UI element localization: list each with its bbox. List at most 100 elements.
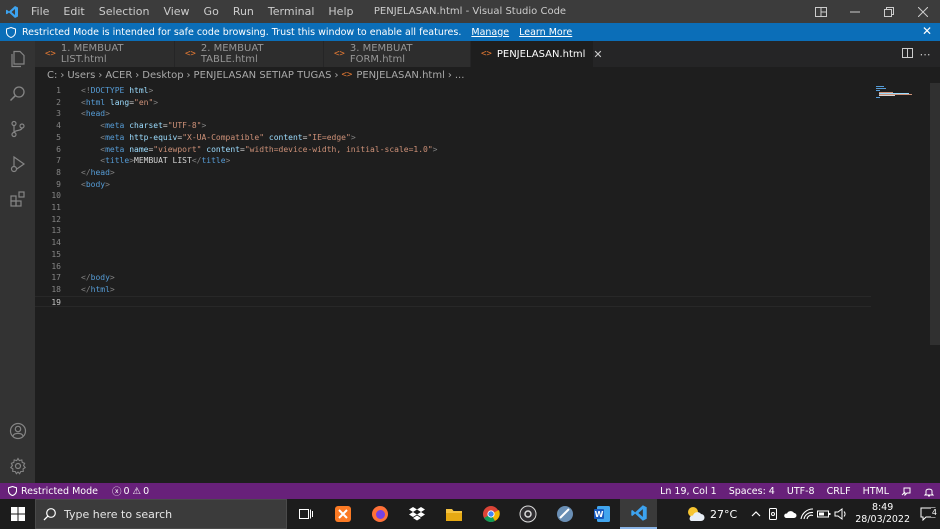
restricted-mode-indicator[interactable]: Restricted Mode — [0, 483, 106, 499]
obs-icon[interactable] — [509, 499, 546, 529]
file-explorer-icon[interactable] — [435, 499, 472, 529]
language-mode[interactable]: HTML — [857, 486, 895, 497]
code-line[interactable]: 16 — [35, 261, 871, 273]
menu-go[interactable]: Go — [197, 0, 226, 23]
wifi-icon[interactable] — [798, 508, 815, 520]
firefox-icon[interactable] — [361, 499, 398, 529]
code-line[interactable]: 17 </body> — [35, 272, 871, 284]
line-code: </body> — [81, 272, 115, 284]
close-window-icon[interactable] — [906, 0, 940, 23]
code-line[interactable]: 7 <title>MEMBUAT LIST</title> — [35, 155, 871, 167]
notification-center-icon[interactable]: 4 — [916, 507, 940, 521]
source-control-icon[interactable] — [0, 111, 35, 146]
code-line[interactable]: 5 <meta http-equiv="X-UA-Compatible" con… — [35, 132, 871, 144]
windows-start-icon[interactable] — [0, 499, 35, 529]
code-token: "width=device-width, initial-scale=1.0" — [244, 144, 433, 154]
code-line[interactable]: 2 <html lang="en"> — [35, 97, 871, 109]
dropbox-icon[interactable] — [398, 499, 435, 529]
menu-file[interactable]: File — [24, 0, 56, 23]
menu-selection[interactable]: Selection — [92, 0, 157, 23]
editor-scrollbar[interactable] — [930, 83, 940, 483]
chevron-up-icon[interactable] — [747, 510, 764, 518]
tab-penjelasan[interactable]: <> PENJELASAN.html ✕ — [471, 41, 603, 67]
html-file-icon: <> — [185, 49, 196, 59]
code-line[interactable]: 3 <head> — [35, 108, 871, 120]
code-line[interactable]: 11 — [35, 202, 871, 214]
code-line[interactable]: 9 <body> — [35, 179, 871, 191]
breadcrumb-item[interactable]: ACER — [105, 70, 132, 81]
tab-membuat-form[interactable]: <> 3. MEMBUAT FORM.html — [324, 41, 471, 67]
feedback-icon[interactable] — [895, 486, 918, 496]
menu-terminal[interactable]: Terminal — [261, 0, 322, 23]
onedrive-cloud-icon[interactable] — [781, 509, 798, 519]
menu-view[interactable]: View — [156, 0, 196, 23]
task-view-icon[interactable] — [287, 499, 324, 529]
extensions-icon[interactable] — [0, 181, 35, 216]
code-line[interactable]: 15 — [35, 249, 871, 261]
snipping-tool-icon[interactable] — [546, 499, 583, 529]
explorer-icon[interactable] — [0, 41, 35, 76]
split-editor-icon[interactable] — [898, 47, 916, 61]
menu-help[interactable]: Help — [321, 0, 360, 23]
code-line[interactable]: 4 <meta charset="UTF-8"> — [35, 120, 871, 132]
chrome-icon[interactable] — [472, 499, 509, 529]
search-icon[interactable] — [0, 76, 35, 111]
code-line[interactable]: 6 <meta name="viewport" content="width=d… — [35, 144, 871, 156]
taskbar-search-box[interactable]: Type here to search — [35, 499, 287, 529]
scrollbar-thumb[interactable] — [930, 83, 940, 345]
code-line[interactable]: 14 — [35, 237, 871, 249]
tab-membuat-list[interactable]: <> 1. MEMBUAT LIST.html — [35, 41, 175, 67]
breadcrumb-item[interactable]: C: — [47, 70, 57, 81]
xampp-icon[interactable] — [324, 499, 361, 529]
code-line[interactable]: 8 </head> — [35, 167, 871, 179]
bell-icon[interactable] — [918, 486, 940, 497]
cursor-position[interactable]: Ln 19, Col 1 — [654, 486, 723, 497]
minimize-icon[interactable] — [838, 0, 872, 23]
volume-icon[interactable] — [832, 508, 849, 520]
breadcrumb-item[interactable]: Desktop — [142, 70, 183, 81]
tab-close-icon[interactable]: ✕ — [593, 48, 602, 61]
run-debug-icon[interactable] — [0, 146, 35, 181]
code-line[interactable]: 18 </html> — [35, 284, 871, 296]
line-code: <head> — [81, 108, 110, 120]
end-of-line[interactable]: CRLF — [821, 486, 857, 497]
code-editor[interactable]: 1 <!DOCTYPE html> 2 <html lang="en"> 3 <head>… — [35, 83, 940, 483]
problems-indicator[interactable]: ⓧ 0 ⚠ 0 — [106, 484, 155, 499]
account-icon[interactable] — [0, 413, 35, 448]
system-clock[interactable]: 8:49 28/03/2022 — [855, 502, 910, 526]
menu-edit[interactable]: Edit — [56, 0, 91, 23]
code-line[interactable]: 19 — [35, 295, 871, 308]
more-actions-icon[interactable]: ⋯ — [916, 48, 934, 61]
battery-icon[interactable] — [815, 509, 832, 519]
tab-membuat-table[interactable]: <> 2. MEMBUAT TABLE.html — [175, 41, 324, 67]
breadcrumb-item[interactable]: Users — [67, 70, 95, 81]
device-icon[interactable] — [764, 508, 781, 520]
word-icon[interactable]: W — [583, 499, 620, 529]
code-token: body — [90, 273, 110, 283]
code-line[interactable]: 10 — [35, 190, 871, 202]
weather-widget[interactable]: 27°C — [685, 506, 737, 522]
breadcrumb-item[interactable]: ... — [455, 70, 465, 81]
manage-link[interactable]: Manage — [471, 27, 509, 38]
line-number: 4 — [56, 121, 61, 131]
minimap[interactable] — [876, 85, 913, 101]
breadcrumb: C: › Users › ACER › Desktop › PENJELASAN SET… — [35, 67, 940, 83]
code-line[interactable]: 12 — [35, 214, 871, 226]
maximize-icon[interactable] — [872, 0, 906, 23]
menu-run[interactable]: Run — [226, 0, 261, 23]
layout-icon[interactable] — [804, 0, 838, 23]
learn-more-link[interactable]: Learn More — [519, 27, 572, 38]
breadcrumb-item[interactable]: PENJELASAN SETIAP TUGAS — [194, 70, 332, 81]
code-line[interactable]: 1 <!DOCTYPE html> — [35, 85, 871, 97]
vscode-taskbar-icon[interactable] — [620, 499, 657, 529]
indentation[interactable]: Spaces: 4 — [723, 486, 781, 497]
banner-close-icon[interactable]: ✕ — [922, 24, 932, 38]
banner-message: Restricted Mode is intended for safe cod… — [22, 26, 462, 38]
gear-icon[interactable] — [0, 448, 35, 483]
line-code: </html> — [81, 284, 115, 296]
encoding[interactable]: UTF-8 — [781, 486, 821, 497]
code-line[interactable]: 13 — [35, 225, 871, 237]
weather-cloud-icon — [685, 506, 705, 522]
breadcrumb-item[interactable]: PENJELASAN.html — [356, 70, 445, 81]
menu-bar: File Edit Selection View Go Run Terminal… — [24, 0, 360, 23]
